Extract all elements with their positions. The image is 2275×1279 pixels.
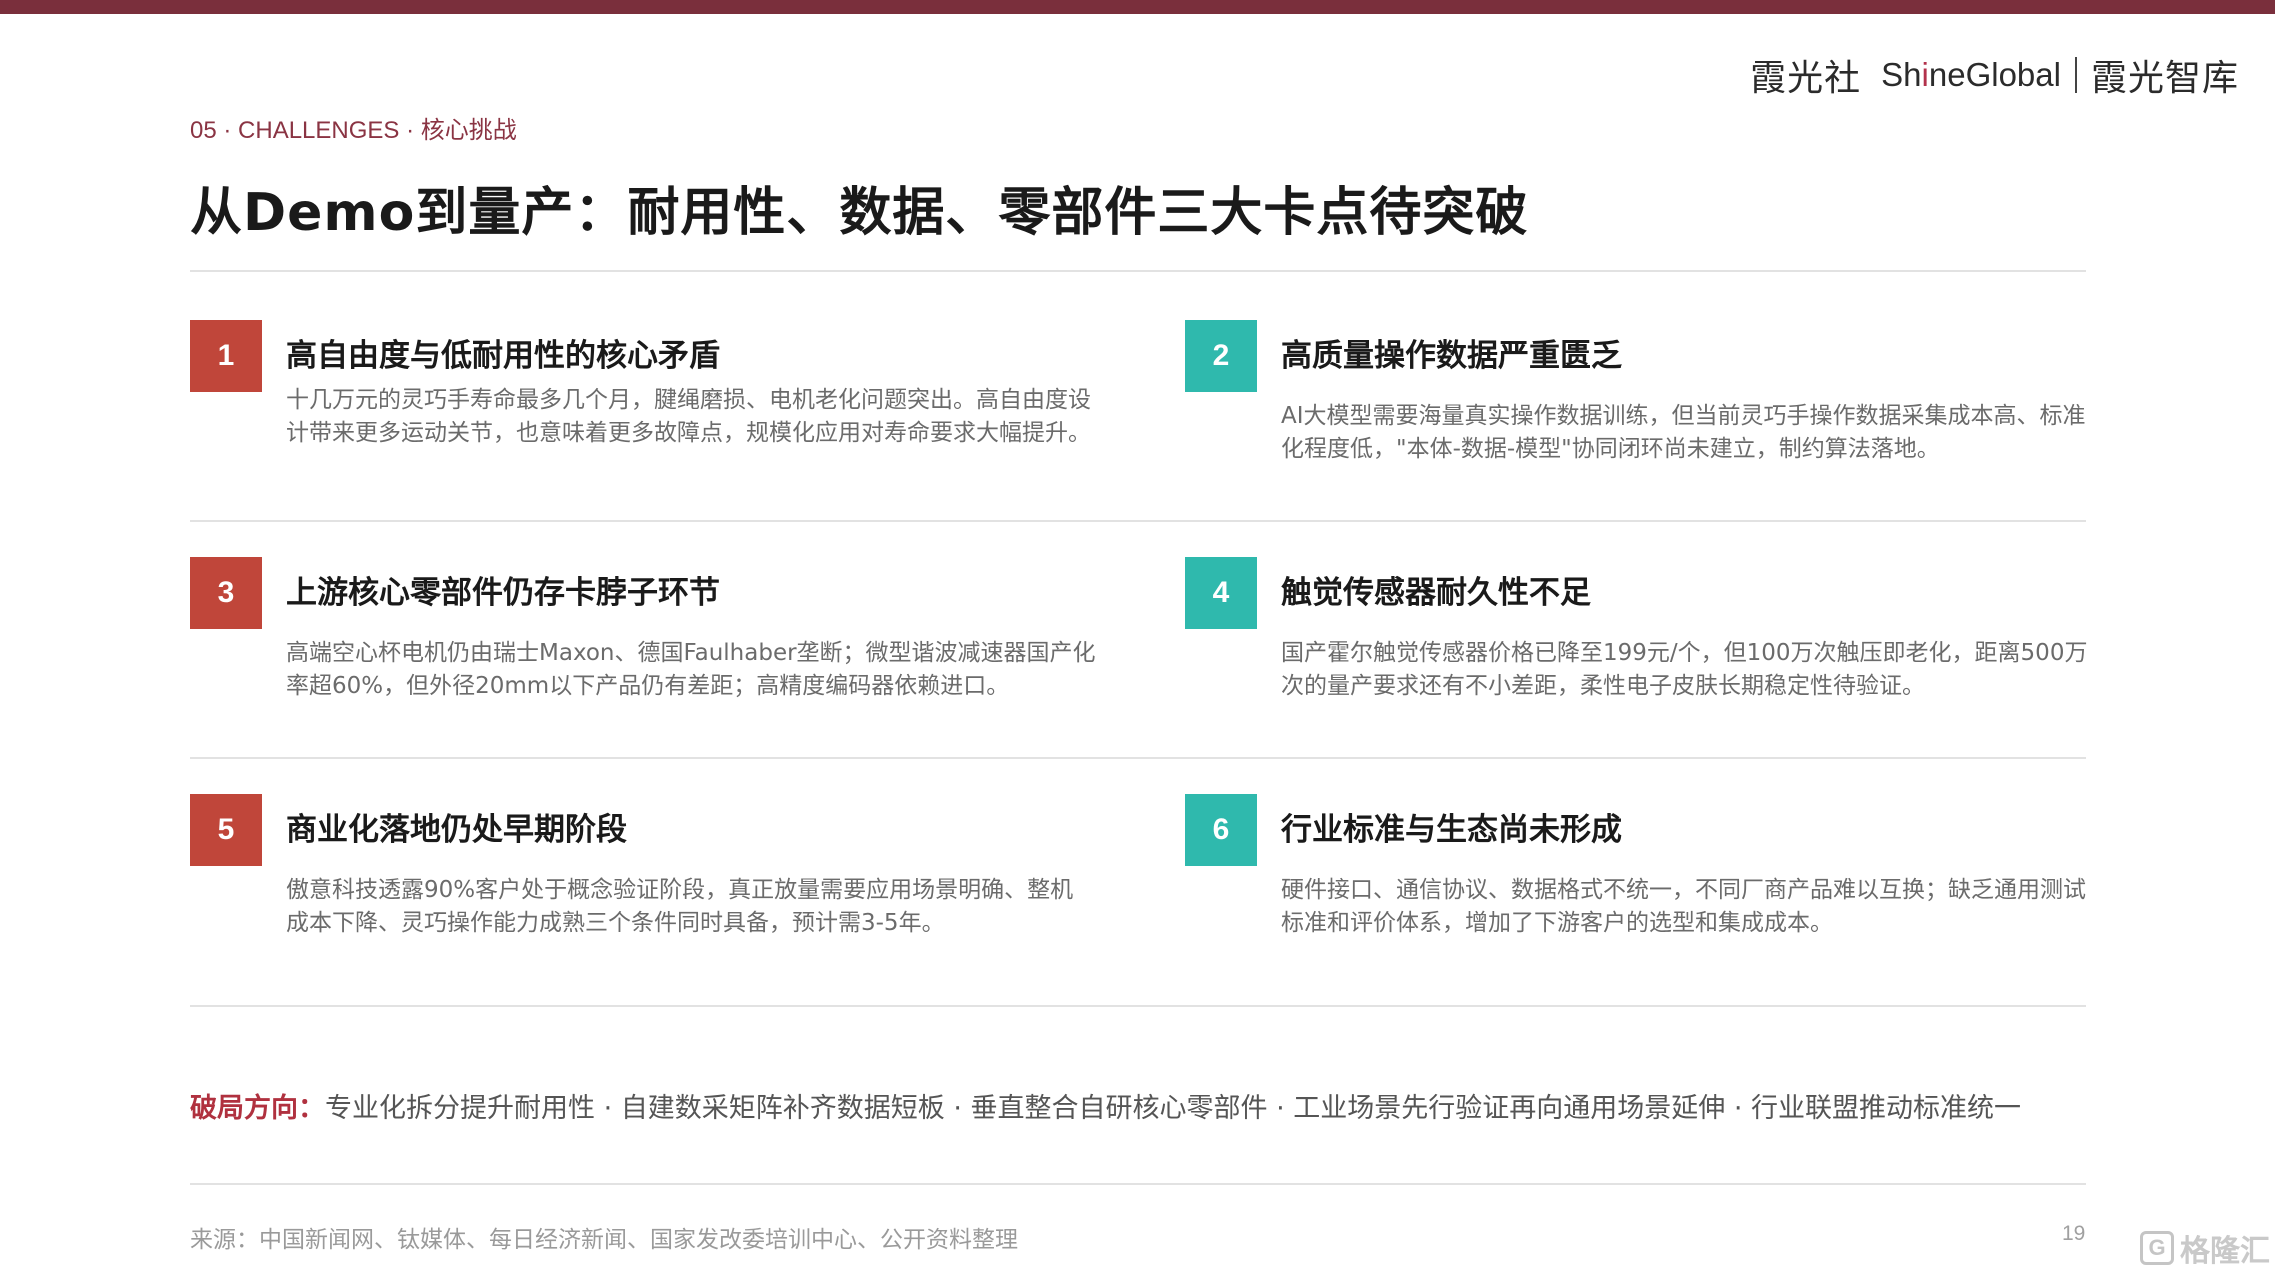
challenge-number-badge: 6 [1185, 794, 1257, 866]
page-number: 19 [2062, 1222, 2086, 1245]
breakout-direction: 破局方向：专业化拆分提升耐用性 · 自建数采矩阵补齐数据短板 · 垂直整合自研核… [190, 1086, 2021, 1125]
challenge-title: 高质量操作数据严重匮乏 [1281, 338, 1622, 374]
row-divider [190, 757, 2086, 759]
challenge-number-badge: 2 [1185, 320, 1257, 392]
breakout-text: 专业化拆分提升耐用性 · 自建数采矩阵补齐数据短板 · 垂直整合自研核心零部件 … [325, 1093, 2021, 1124]
watermark: G 格隆汇 [2140, 1226, 2270, 1270]
challenge-description: 国产霍尔触觉传感器价格已降至199元/个，但100万次触压即老化，距离500万次… [1281, 640, 2088, 699]
watermark-text: 格隆汇 [2180, 1234, 2270, 1269]
challenge-title: 高自由度与低耐用性的核心矛盾 [286, 338, 720, 374]
challenge-title: 商业化落地仍处早期阶段 [286, 812, 627, 848]
challenge-description: 傲意科技透露90%客户处于概念验证阶段，真正放量需要应用场景明确、整机成本下降、… [286, 877, 1074, 936]
challenge-title: 上游核心零部件仍存卡脖子环节 [286, 575, 720, 611]
top-accent-bar [0, 0, 2275, 14]
title-divider [190, 270, 2086, 272]
source-note: 来源：中国新闻网、钛媒体、每日经济新闻、国家发改委培训中心、公开资料整理 [190, 1227, 1018, 1253]
brand-name-en: ShineGlobal [1881, 56, 2061, 93]
row-divider [190, 1005, 2086, 1007]
challenge-number-badge: 5 [190, 794, 262, 866]
challenge-title: 触觉传感器耐久性不足 [1281, 575, 1591, 611]
challenge-title: 行业标准与生态尚未形成 [1281, 812, 1622, 848]
brand-sub-name: 霞光智库 [2090, 58, 2239, 99]
brand-divider [2074, 57, 2077, 93]
brand-name-cn: 霞光社 [1750, 58, 1862, 99]
footer-divider [190, 1183, 2086, 1185]
row-divider [190, 520, 2086, 522]
brand-header: 霞光社 ShineGlobal 霞光智库 [1750, 52, 2239, 99]
section-label: 05 · CHALLENGES · 核心挑战 [190, 116, 517, 144]
challenge-number-badge: 1 [190, 320, 262, 392]
watermark-logo-icon: G [2140, 1231, 2174, 1265]
challenge-number-badge: 4 [1185, 557, 1257, 629]
page-title: 从Demo到量产：耐用性、数据、零部件三大卡点待突破 [190, 183, 1529, 243]
challenge-description: AI大模型需要海量真实操作数据训练，但当前灵巧手操作数据采集成本高、标准化程度低… [1281, 403, 2086, 462]
challenge-number-badge: 3 [190, 557, 262, 629]
challenge-description: 硬件接口、通信协议、数据格式不统一，不同厂商产品难以互换；缺乏通用测试标准和评价… [1281, 877, 2086, 936]
breakout-label: 破局方向： [190, 1093, 325, 1124]
challenge-description: 高端空心杯电机仍由瑞士Maxon、德国Faulhaber垄断；微型谐波减速器国产… [286, 640, 1096, 699]
challenge-description: 十几万元的灵巧手寿命最多几个月，腱绳磨损、电机老化问题突出。高自由度设计带来更多… [286, 387, 1091, 446]
